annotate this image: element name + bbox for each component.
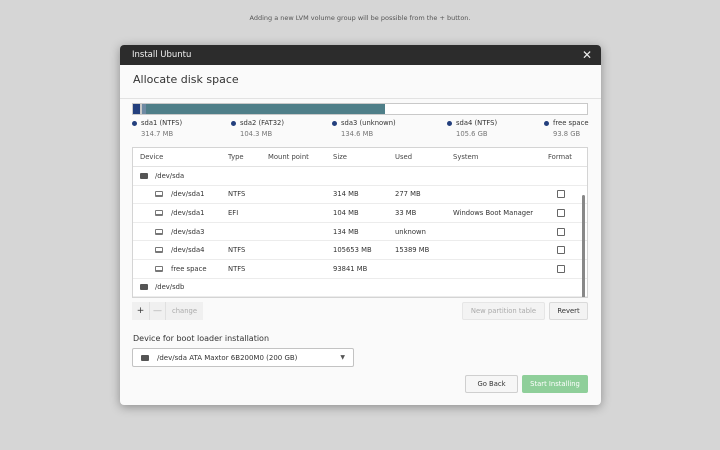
size-cell: 104 MB bbox=[333, 208, 359, 217]
size-cell: 105653 MB bbox=[333, 246, 372, 255]
table-row[interactable]: /dev/sda bbox=[133, 167, 587, 186]
legend-label: sda1 (NTFS) bbox=[141, 119, 183, 127]
table-row[interactable]: free space NTFS 93841 MB bbox=[133, 260, 587, 279]
size-cell: 93841 MB bbox=[333, 264, 368, 273]
type-cell: NTFS bbox=[228, 264, 246, 273]
window-title: Install Ubuntu bbox=[132, 50, 192, 60]
legend-size: 134.6 MB bbox=[341, 130, 374, 138]
disk-usage-bar bbox=[132, 103, 588, 115]
format-checkbox[interactable] bbox=[557, 246, 565, 255]
table-row[interactable]: /dev/sdb bbox=[133, 279, 587, 297]
legend-item: sda4 (NTFS) 105.6 GB bbox=[447, 119, 497, 138]
device-cell: /dev/sdb bbox=[155, 283, 185, 292]
used-cell: unknown bbox=[395, 227, 426, 236]
legend-item: free space 93.8 GB bbox=[544, 119, 589, 138]
device-cell: /dev/sda1 bbox=[171, 190, 205, 199]
type-cell: EFI bbox=[228, 208, 239, 217]
start-installing-button[interactable]: Start Installing bbox=[522, 375, 588, 393]
close-icon[interactable]: ✕ bbox=[582, 49, 592, 61]
device-cell: free space bbox=[171, 264, 207, 273]
legend-size: 314.7 MB bbox=[141, 130, 174, 138]
divider bbox=[120, 98, 601, 99]
lvm-hint: Adding a new LVM volume group will be po… bbox=[249, 14, 471, 22]
usage-segment bbox=[133, 104, 141, 114]
partition-icon bbox=[155, 247, 163, 254]
disk-icon bbox=[140, 172, 148, 179]
legend-label: free space bbox=[553, 119, 589, 127]
device-cell: /dev/sda1 bbox=[171, 208, 205, 217]
partition-toolbar: + — change bbox=[132, 302, 204, 320]
system-cell: Windows Boot Manager bbox=[453, 208, 534, 217]
table-row[interactable]: /dev/sda1 EFI 104 MB 33 MB Windows Boot Mana… bbox=[133, 204, 587, 223]
legend-dot bbox=[231, 120, 236, 126]
legend-label: sda3 (unknown) bbox=[341, 119, 396, 127]
legend-dot bbox=[332, 120, 337, 126]
column-header[interactable]: Type bbox=[228, 148, 244, 166]
change-partition-button[interactable]: change bbox=[166, 302, 204, 320]
legend-dot bbox=[447, 120, 452, 126]
install-dialog: Install Ubuntu ✕ Allocate disk space sda… bbox=[120, 45, 601, 405]
device-cell: /dev/sda4 bbox=[171, 246, 205, 255]
usage-segment bbox=[385, 104, 587, 114]
column-header[interactable]: Used bbox=[395, 148, 412, 166]
table-scrollbar[interactable] bbox=[582, 195, 585, 297]
partition-legend: sda1 (NTFS) 314.7 MB sda2 (FAT32) 104.3 MB s… bbox=[132, 119, 590, 141]
column-header[interactable]: System bbox=[453, 148, 478, 166]
drive-icon bbox=[141, 354, 149, 361]
table-body: /dev/sda/dev/sda1 NTFS 314 MB 277 MB/dev/sd… bbox=[133, 167, 587, 297]
device-cell: /dev/sda bbox=[155, 171, 185, 180]
partition-icon bbox=[155, 209, 163, 216]
used-cell: 277 MB bbox=[395, 190, 421, 199]
column-header[interactable]: Size bbox=[333, 148, 347, 166]
format-checkbox[interactable] bbox=[557, 208, 565, 217]
go-back-button[interactable]: Go Back bbox=[465, 375, 518, 393]
legend-dot bbox=[132, 120, 137, 126]
bootloader-device-select[interactable]: /dev/sda ATA Maxtor 6B200M0 (200 GB) ▼ bbox=[132, 348, 354, 367]
legend-label: sda4 (NTFS) bbox=[456, 119, 498, 127]
size-cell: 134 MB bbox=[333, 227, 359, 236]
remove-partition-button[interactable]: — bbox=[150, 302, 166, 320]
legend-item: sda2 (FAT32) 104.3 MB bbox=[231, 119, 284, 138]
new-partition-table-button[interactable]: New partition table bbox=[462, 302, 545, 320]
format-checkbox[interactable] bbox=[557, 264, 565, 273]
usage-segment bbox=[145, 104, 386, 114]
partition-table: Device Type Mount point Size Used System Forma… bbox=[132, 147, 588, 298]
table-row[interactable]: /dev/sda4 NTFS 105653 MB 15389 MB bbox=[133, 241, 587, 260]
legend-size: 105.6 GB bbox=[456, 130, 488, 138]
column-header[interactable]: Format bbox=[548, 148, 572, 166]
partition-icon bbox=[155, 191, 163, 198]
format-checkbox[interactable] bbox=[557, 227, 565, 236]
partition-icon bbox=[155, 265, 163, 272]
page-title: Allocate disk space bbox=[133, 73, 239, 86]
legend-size: 93.8 GB bbox=[553, 130, 581, 138]
partition-icon bbox=[155, 228, 163, 235]
disk-icon bbox=[140, 284, 148, 291]
bootloader-selected-value: /dev/sda ATA Maxtor 6B200M0 (200 GB) bbox=[157, 353, 298, 362]
type-cell: NTFS bbox=[228, 246, 246, 255]
type-cell: NTFS bbox=[228, 190, 246, 199]
legend-item: sda1 (NTFS) 314.7 MB bbox=[132, 119, 182, 138]
legend-item: sda3 (unknown) 134.6 MB bbox=[332, 119, 396, 138]
column-header[interactable]: Mount point bbox=[268, 148, 309, 166]
size-cell: 314 MB bbox=[333, 190, 359, 199]
chevron-down-icon: ▼ bbox=[340, 354, 345, 361]
table-row[interactable]: /dev/sda3 134 MB unknown bbox=[133, 223, 587, 242]
revert-button[interactable]: Revert bbox=[549, 302, 588, 320]
used-cell: 33 MB bbox=[395, 208, 417, 217]
legend-size: 104.3 MB bbox=[240, 130, 273, 138]
add-partition-button[interactable]: + bbox=[132, 302, 150, 320]
used-cell: 15389 MB bbox=[395, 246, 430, 255]
column-header[interactable]: Device bbox=[140, 148, 163, 166]
table-header: Device Type Mount point Size Used System Forma… bbox=[133, 148, 587, 167]
device-cell: /dev/sda3 bbox=[171, 227, 205, 236]
table-row[interactable]: /dev/sda1 NTFS 314 MB 277 MB bbox=[133, 186, 587, 205]
legend-label: sda2 (FAT32) bbox=[240, 119, 285, 127]
bootloader-label: Device for boot loader installation bbox=[133, 334, 270, 343]
legend-dot bbox=[544, 120, 549, 126]
title-bar: Install Ubuntu ✕ bbox=[120, 45, 601, 65]
format-checkbox[interactable] bbox=[557, 190, 565, 199]
